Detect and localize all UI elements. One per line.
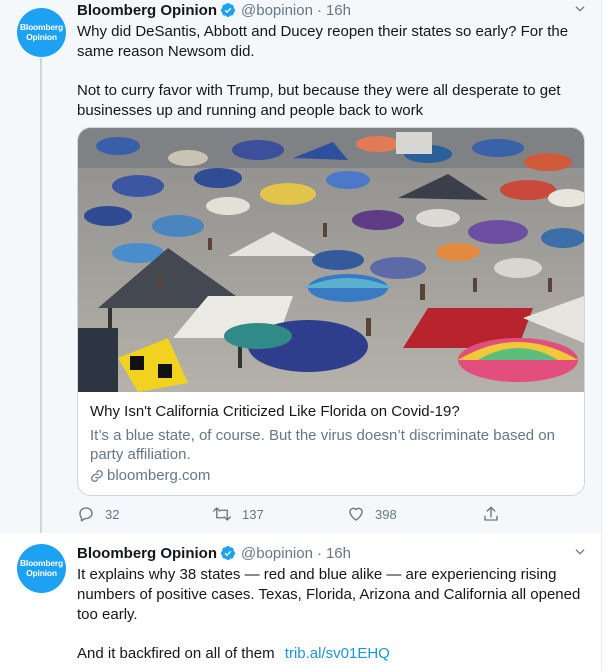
tweet-text: It explains why 38 states — red and blue… (77, 566, 581, 662)
card-title[interactable]: Why Isn't California Criticized Like Flo… (90, 402, 572, 421)
verified-badge-icon (220, 546, 235, 560)
card-description: It’s a blue state, of course. But the vi… (90, 427, 555, 463)
verified-badge-icon (220, 3, 235, 17)
tweet-actions: 32 137 398 (77, 505, 517, 525)
tweet-header: Bloomberg Opinion @bopinion · 16h (77, 543, 587, 563)
share-icon (484, 506, 498, 521)
author-name[interactable]: Bloomberg Opinion (77, 2, 217, 19)
tweet-text: Why did DeSantis, Abbott and Ducey reope… (77, 23, 569, 119)
heart-icon (349, 507, 363, 521)
retweet-button[interactable]: 137 (212, 505, 264, 523)
avatar[interactable]: Bloomberg Opinion (17, 8, 66, 57)
timeline-feed: Bloomberg Opinion Bloomberg Opinion @bop… (0, 0, 602, 671)
share-button[interactable] (482, 505, 510, 523)
like-count: 398 (375, 506, 397, 522)
reply-count: 32 (105, 506, 120, 522)
timestamp[interactable]: 16h (326, 2, 351, 19)
reply-icon (79, 507, 93, 522)
chevron-down-icon[interactable] (573, 545, 587, 562)
tweet[interactable]: Bloomberg Opinion Bloomberg Opinion @bop… (0, 533, 601, 671)
separator-dot: · (316, 544, 322, 562)
avatar[interactable]: Bloomberg Opinion (17, 544, 66, 593)
author-name[interactable]: Bloomberg Opinion (77, 545, 217, 562)
reply-button[interactable]: 32 (77, 505, 119, 523)
like-button[interactable]: 398 (347, 505, 397, 523)
link-icon (91, 469, 103, 482)
tweet[interactable]: Bloomberg Opinion Bloomberg Opinion @bop… (0, 0, 601, 533)
thread-connector-line (40, 58, 42, 533)
tweet-header: Bloomberg Opinion @bopinion · 16h (77, 0, 587, 20)
card-domain[interactable]: bloomberg.com (90, 466, 572, 485)
link-preview-card[interactable]: Why Isn't California Criticized Like Flo… (77, 127, 585, 496)
retweet-icon (213, 507, 231, 521)
author-handle[interactable]: @bopinion (241, 545, 313, 562)
author-handle[interactable]: @bopinion (241, 2, 313, 19)
separator-dot: · (316, 1, 322, 19)
tweet-link[interactable]: trib.al/sv01EHQ (285, 645, 390, 662)
timestamp[interactable]: 16h (326, 545, 351, 562)
beach-crowd-photo (78, 128, 584, 392)
retweet-count: 137 (242, 506, 264, 522)
chevron-down-icon[interactable] (573, 2, 587, 19)
card-text: Why Isn't California Criticized Like Flo… (78, 393, 584, 494)
